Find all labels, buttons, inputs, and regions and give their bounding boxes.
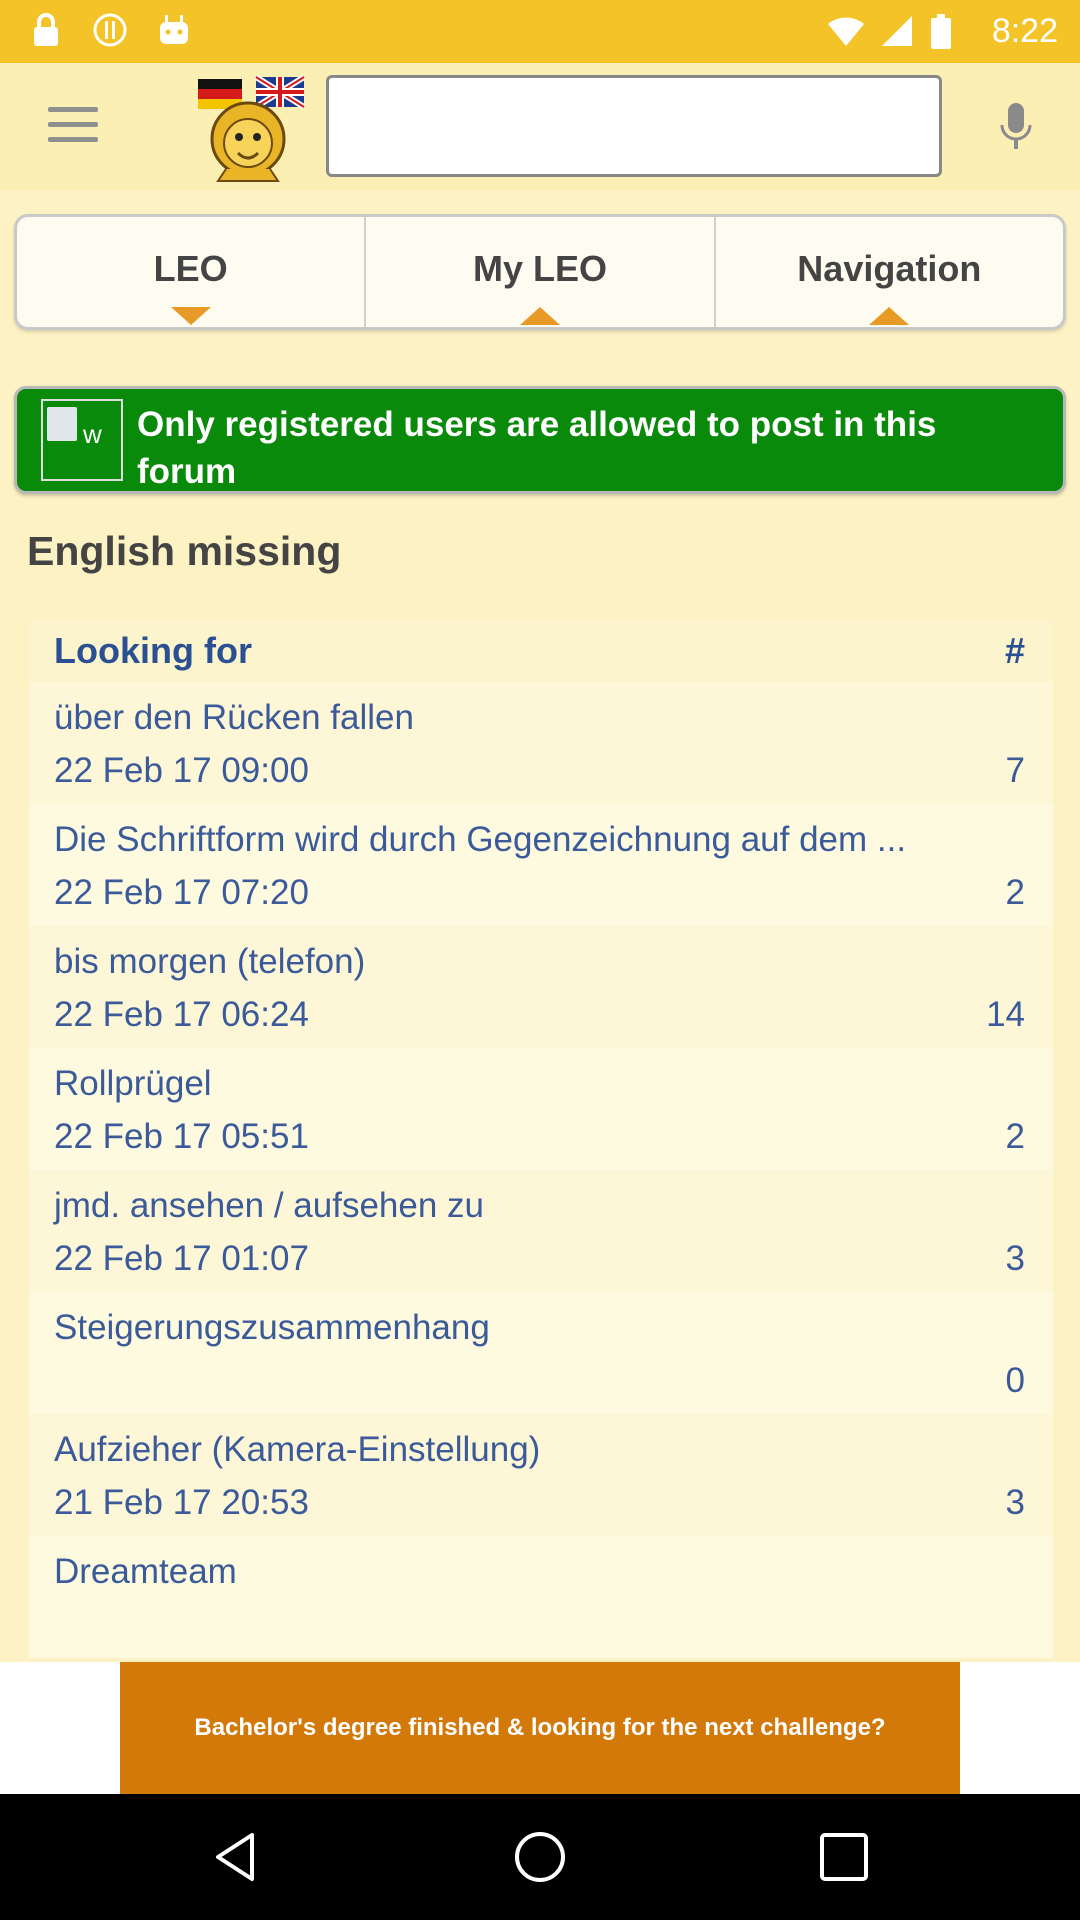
- thread-date: 22 Feb 17 01:07: [54, 1239, 309, 1278]
- microphone-icon[interactable]: [998, 101, 1034, 153]
- list-item[interactable]: Aufzieher (Kamera-Einstellung) 21 Feb 17…: [29, 1414, 1053, 1536]
- reply-count: 3: [1005, 1239, 1025, 1278]
- thread-date: 22 Feb 17 07:20: [54, 873, 309, 912]
- thread-title: Aufzieher (Kamera-Einstellung): [54, 1430, 541, 1469]
- broken-image-icon: w: [41, 399, 123, 481]
- android-icon: [160, 15, 188, 44]
- battery-icon: [931, 14, 951, 49]
- chevron-up-icon: [869, 307, 910, 325]
- list-item[interactable]: jmd. ansehen / aufsehen zu 22 Feb 17 01:…: [29, 1170, 1053, 1292]
- registration-notice: w Only registered users are allowed to p…: [14, 386, 1066, 494]
- clock: 8:22: [991, 12, 1058, 50]
- column-looking-for: Looking for: [54, 630, 252, 671]
- tab-navigation[interactable]: Navigation: [716, 217, 1063, 327]
- thread-title: Steigerungszusammenhang: [54, 1308, 490, 1347]
- wifi-icon: [828, 17, 864, 46]
- recents-icon[interactable]: [816, 1829, 872, 1885]
- ad-banner[interactable]: Bachelor's degree finished & looking for…: [120, 1662, 960, 1794]
- lock-icon: [34, 13, 58, 46]
- signal-icon: [882, 16, 912, 46]
- thread-title: Rollprügel: [54, 1064, 212, 1103]
- thread-title: über den Rücken fallen: [54, 698, 414, 737]
- page-title: English missing: [27, 528, 342, 574]
- notice-text: Only registered users are allowed to pos…: [137, 405, 937, 491]
- tab-my-leo[interactable]: My LEO: [366, 217, 716, 327]
- thread-date: 22 Feb 17 09:00: [54, 751, 309, 790]
- list-header: Looking for #: [29, 620, 1053, 682]
- thread-title: Dreamteam: [54, 1552, 237, 1591]
- home-icon[interactable]: [512, 1829, 568, 1885]
- ad-container: Bachelor's degree finished & looking for…: [0, 1662, 1080, 1794]
- thread-title: Die Schriftform wird durch Gegenzeichnun…: [54, 820, 907, 859]
- system-nav-bar: [0, 1794, 1080, 1920]
- chevron-down-icon: [170, 307, 211, 325]
- main-tabs: LEO My LEO Navigation: [14, 214, 1066, 330]
- tab-leo[interactable]: LEO: [17, 217, 367, 327]
- reply-count: 2: [1005, 873, 1025, 912]
- menu-icon[interactable]: [48, 107, 98, 145]
- forum-thread-list: Looking for # über den Rücken fallen 22 …: [29, 620, 1053, 1662]
- thread-title: jmd. ansehen / aufsehen zu: [54, 1186, 485, 1225]
- reply-count: 0: [1005, 1361, 1025, 1400]
- app-bar: [0, 63, 1080, 190]
- reply-count: 2: [1005, 1117, 1025, 1156]
- search-input[interactable]: [326, 75, 942, 177]
- leo-logo[interactable]: [196, 73, 308, 183]
- thread-date: 22 Feb 17 06:24: [54, 995, 309, 1034]
- chevron-up-icon: [519, 307, 560, 325]
- list-item[interactable]: über den Rücken fallen 22 Feb 17 09:00 7: [29, 682, 1053, 804]
- column-count: #: [1004, 630, 1025, 671]
- reply-count: 3: [1005, 1483, 1025, 1522]
- list-item[interactable]: bis morgen (telefon) 22 Feb 17 06:24 14: [29, 926, 1053, 1048]
- list-item[interactable]: Steigerungszusammenhang 0: [29, 1292, 1053, 1414]
- reply-count: 14: [986, 995, 1025, 1034]
- list-item[interactable]: Rollprügel 22 Feb 17 05:51 2: [29, 1048, 1053, 1170]
- alert-icon: [93, 13, 127, 47]
- list-item[interactable]: Dreamteam: [29, 1536, 1053, 1658]
- thread-date: 21 Feb 17 20:53: [54, 1483, 309, 1522]
- reply-count: 7: [1005, 751, 1025, 790]
- back-icon[interactable]: [208, 1829, 264, 1885]
- thread-date: 22 Feb 17 05:51: [54, 1117, 309, 1156]
- status-bar: 8:22: [0, 0, 1080, 63]
- list-item[interactable]: Die Schriftform wird durch Gegenzeichnun…: [29, 804, 1053, 926]
- thread-title: bis morgen (telefon): [54, 942, 366, 981]
